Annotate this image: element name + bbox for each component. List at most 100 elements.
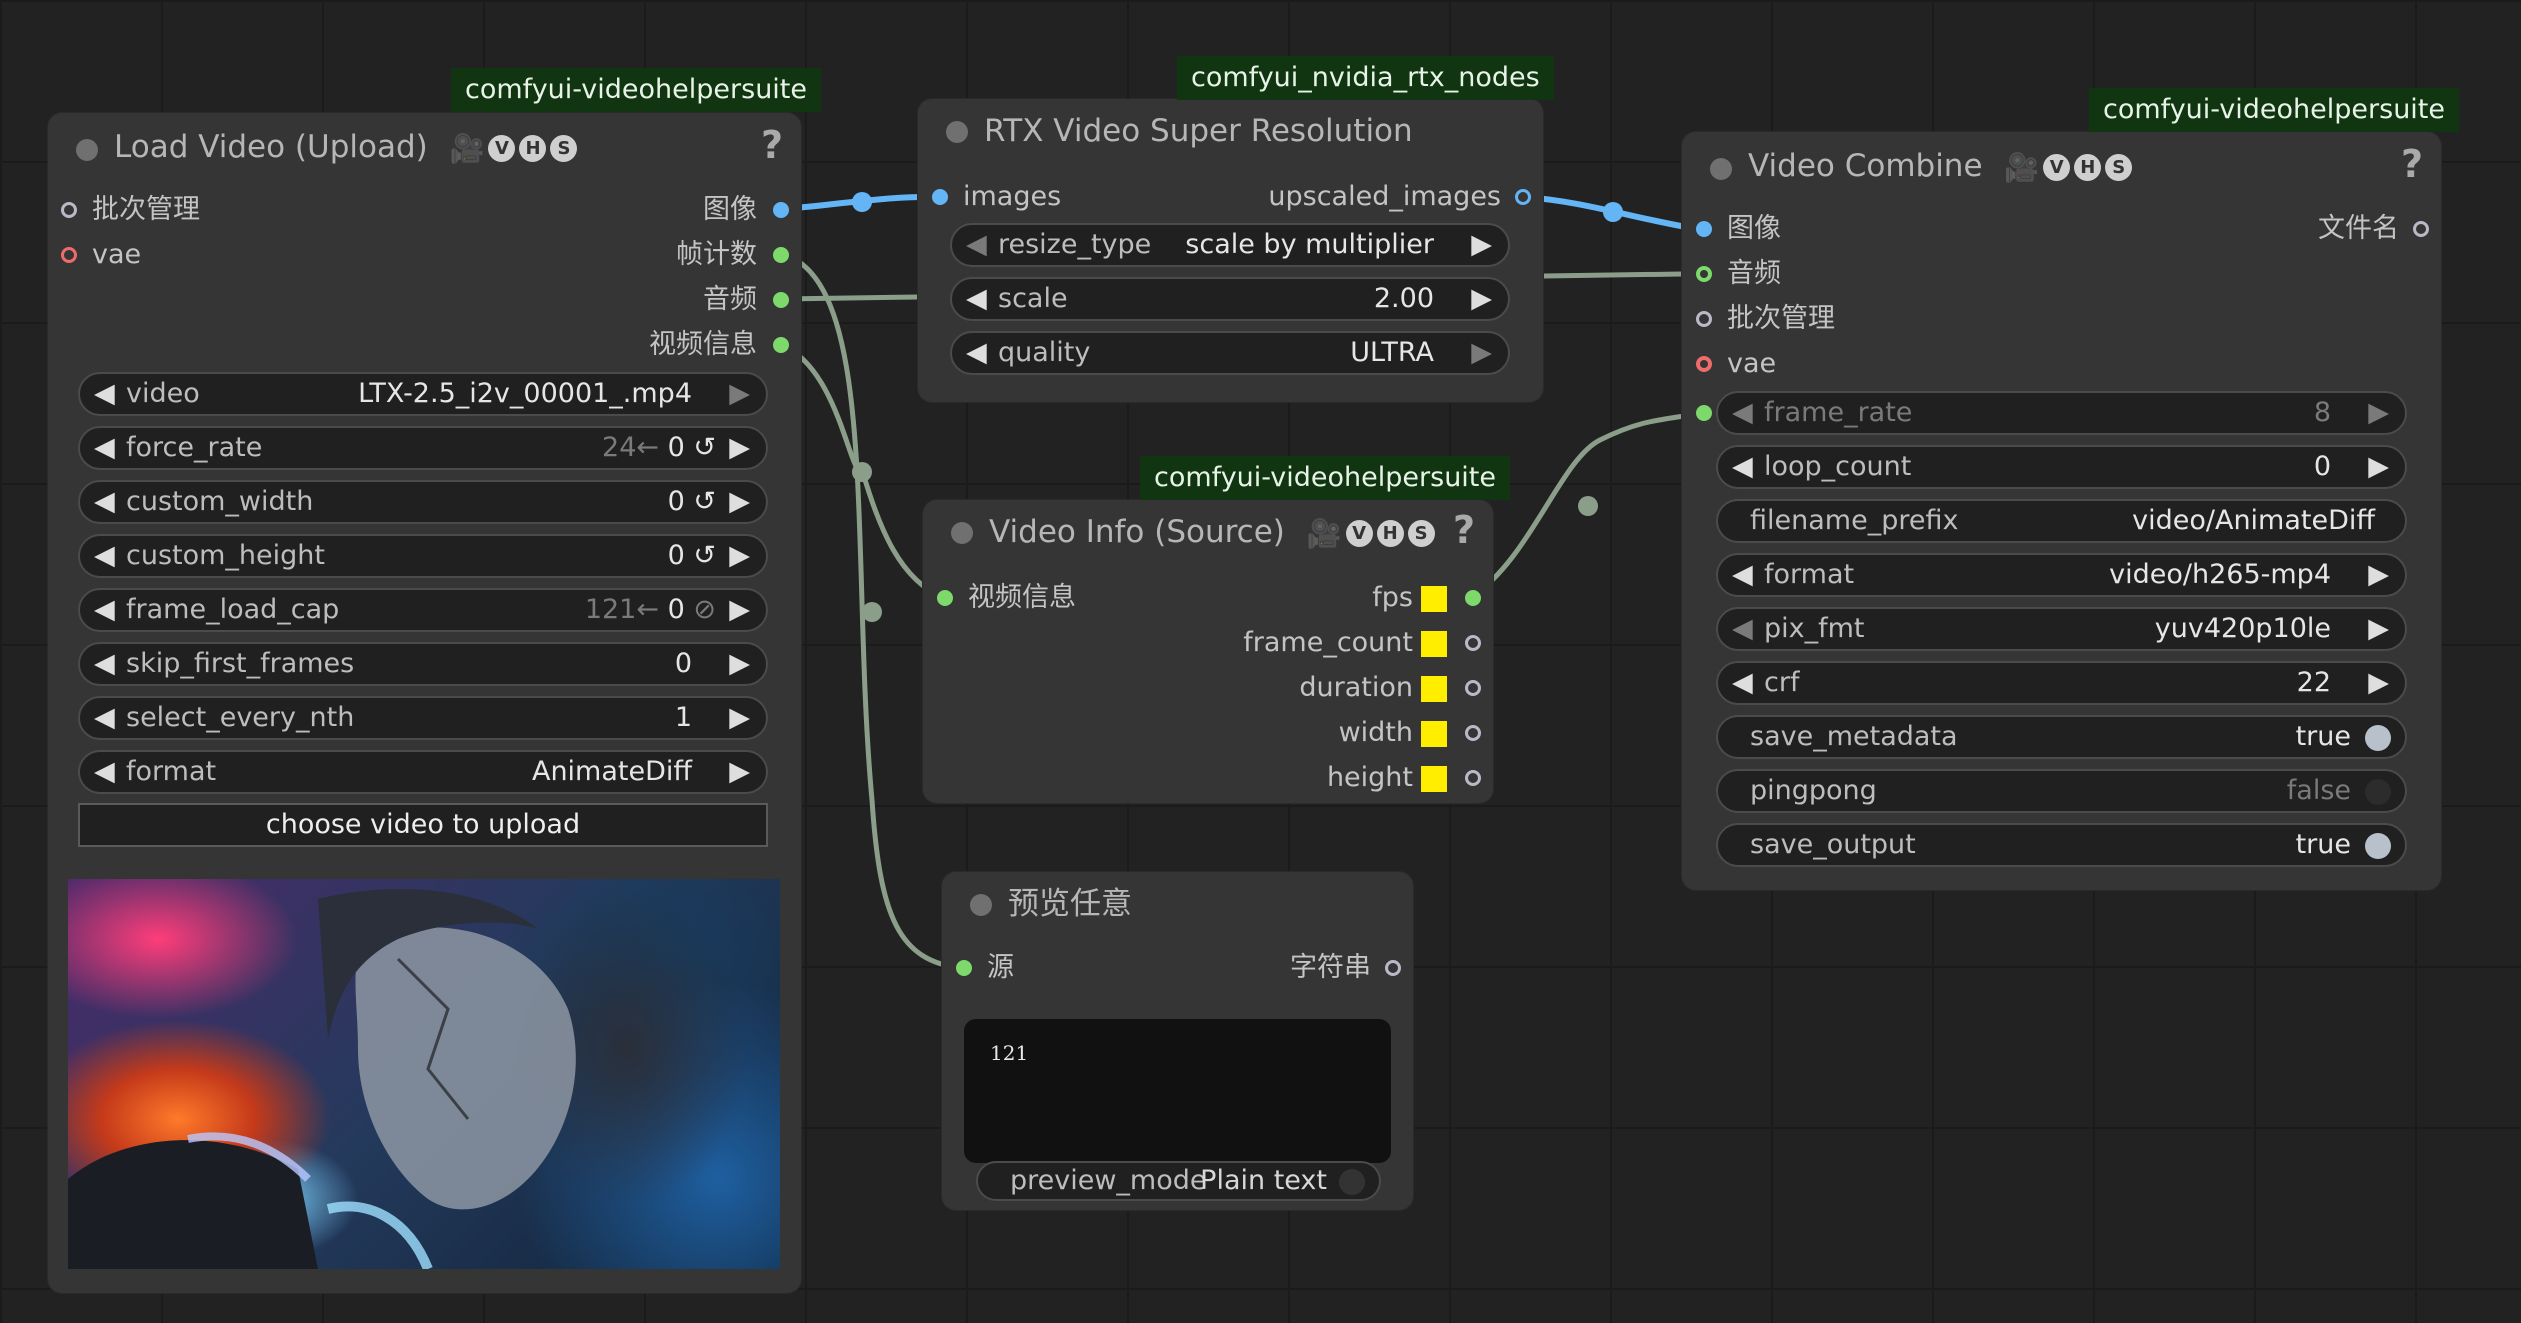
preview-text-area[interactable]: 121 [964, 1019, 1391, 1163]
increment-arrow-icon[interactable]: ▶ [729, 590, 750, 630]
decrement-arrow-icon[interactable]: ◀ [966, 279, 987, 319]
widget-video[interactable]: ◀ video LTX-2.5_i2v_00001_.mp4 ▶ [78, 372, 768, 416]
increment-arrow-icon[interactable]: ▶ [2368, 555, 2389, 595]
output-slot-frame-count[interactable] [1465, 635, 1481, 651]
widget-crf[interactable]: ◀ crf 22 ▶ [1716, 661, 2407, 705]
widget-save-metadata[interactable]: save_metadata true [1716, 715, 2407, 759]
decrement-arrow-icon[interactable]: ◀ [94, 590, 115, 630]
decrement-arrow-icon[interactable]: ◀ [1732, 663, 1753, 703]
toggle-off-knob[interactable] [2365, 779, 2391, 805]
input-slot-images[interactable] [1696, 221, 1712, 237]
output-slot-image[interactable] [773, 202, 789, 218]
widget-save-output[interactable]: save_output true [1716, 823, 2407, 867]
disabled-icon[interactable]: ⊘ [693, 594, 716, 625]
collapse-dot[interactable] [946, 121, 968, 143]
input-slot-video-info[interactable] [937, 590, 953, 606]
help-icon[interactable]: ? [2401, 142, 2423, 186]
toggle-on-knob[interactable] [2365, 833, 2391, 859]
increment-arrow-icon[interactable]: ▶ [729, 644, 750, 684]
decrement-arrow-icon[interactable]: ◀ [966, 333, 987, 373]
node-header[interactable]: 预览任意 [942, 872, 1413, 936]
increment-arrow-icon[interactable]: ▶ [729, 374, 750, 414]
widget-resize-type[interactable]: ◀ resize_type scale by multiplier ▶ [950, 223, 1510, 267]
reset-icon[interactable]: ↺ [693, 432, 716, 463]
output-slot-duration[interactable] [1465, 680, 1481, 696]
widget-skip-first-frames[interactable]: ◀ skip_first_frames 0 ▶ [78, 642, 768, 686]
widget-select-every-nth[interactable]: ◀ select_every_nth 1 ▶ [78, 696, 768, 740]
collapse-dot[interactable] [1710, 158, 1732, 180]
decrement-arrow-icon[interactable]: ◀ [94, 428, 115, 468]
widget-format[interactable]: ◀ format AnimateDiff ▶ [78, 750, 768, 794]
preview-any-node[interactable]: 预览任意 源 字符串 121 preview_mode Plain text [942, 872, 1413, 1210]
input-slot-batch[interactable] [1696, 311, 1712, 327]
output-slot-video-info[interactable] [773, 337, 789, 353]
reset-icon[interactable]: ↺ [693, 540, 716, 571]
help-icon[interactable]: ? [761, 123, 783, 167]
increment-arrow-icon[interactable]: ▶ [729, 536, 750, 576]
input-slot-images[interactable] [932, 189, 948, 205]
collapse-dot[interactable] [970, 894, 992, 916]
widget-force-rate[interactable]: ◀ force_rate 24← 0 ↺ ▶ [78, 426, 768, 470]
rtx-super-resolution-node[interactable]: RTX Video Super Resolution images upscal… [918, 99, 1543, 402]
increment-arrow-icon[interactable]: ▶ [2368, 447, 2389, 487]
increment-arrow-icon[interactable]: ▶ [2368, 609, 2389, 649]
output-slot-upscaled[interactable] [1515, 189, 1531, 205]
decrement-arrow-icon[interactable]: ◀ [94, 374, 115, 414]
widget-frame-load-cap[interactable]: ◀ frame_load_cap 121← 0 ⊘ ▶ [78, 588, 768, 632]
widget-loop-count[interactable]: ◀ loop_count 0 ▶ [1716, 445, 2407, 489]
decrement-arrow-icon[interactable]: ◀ [94, 536, 115, 576]
widget-preview-mode[interactable]: preview_mode Plain text [976, 1161, 1381, 1201]
decrement-arrow-icon[interactable]: ◀ [94, 644, 115, 684]
decrement-arrow-icon[interactable]: ◀ [94, 482, 115, 522]
node-header[interactable]: Load Video (Upload) 🎥 V H S ? [48, 113, 801, 183]
widget-filename-prefix[interactable]: filename_prefix video/AnimateDiff [1716, 499, 2407, 543]
collapse-dot[interactable] [76, 139, 98, 161]
increment-arrow-icon[interactable]: ▶ [729, 752, 750, 792]
decrement-arrow-icon[interactable]: ◀ [1732, 393, 1753, 433]
widget-frame-rate[interactable]: ◀ frame_rate 8 ▶ [1716, 391, 2407, 435]
widget-pingpong[interactable]: pingpong false [1716, 769, 2407, 813]
increment-arrow-icon[interactable]: ▶ [729, 482, 750, 522]
widget-custom-width[interactable]: ◀ custom_width 0 ↺ ▶ [78, 480, 768, 524]
increment-arrow-icon[interactable]: ▶ [1471, 225, 1492, 265]
output-slot-frame-count[interactable] [773, 247, 789, 263]
choose-video-button[interactable]: choose video to upload [78, 803, 768, 847]
increment-arrow-icon[interactable]: ▶ [2368, 663, 2389, 703]
load-video-node[interactable]: Load Video (Upload) 🎥 V H S ? 批次管理 vae 图… [48, 113, 801, 1293]
output-slot-string[interactable] [1385, 960, 1401, 976]
node-header[interactable]: Video Info (Source) 🎥 V H S ? [923, 500, 1493, 564]
output-slot-filenames[interactable] [2413, 221, 2429, 237]
collapse-dot[interactable] [951, 522, 973, 544]
decrement-arrow-icon[interactable]: ◀ [1732, 555, 1753, 595]
node-header[interactable]: Video Combine 🎥 V H S ? [1682, 132, 2441, 202]
increment-arrow-icon[interactable]: ▶ [729, 698, 750, 738]
decrement-arrow-icon[interactable]: ◀ [966, 225, 987, 265]
node-header[interactable]: RTX Video Super Resolution [918, 99, 1543, 163]
decrement-arrow-icon[interactable]: ◀ [94, 752, 115, 792]
reset-icon[interactable]: ↺ [693, 486, 716, 517]
widget-custom-height[interactable]: ◀ custom_height 0 ↺ ▶ [78, 534, 768, 578]
decrement-arrow-icon[interactable]: ◀ [1732, 447, 1753, 487]
video-info-node[interactable]: Video Info (Source) 🎥 V H S ? 视频信息 fps f… [923, 500, 1493, 803]
input-slot-source[interactable] [956, 960, 972, 976]
input-slot-audio[interactable] [1696, 266, 1712, 282]
decrement-arrow-icon[interactable]: ◀ [94, 698, 115, 738]
input-slot-vae[interactable] [61, 247, 77, 263]
input-slot-vae[interactable] [1696, 356, 1712, 372]
input-slot-frame-rate[interactable] [1696, 405, 1712, 421]
widget-format[interactable]: ◀ format video/h265-mp4 ▶ [1716, 553, 2407, 597]
video-combine-node[interactable]: Video Combine 🎥 V H S ? 图像 音频 批次管理 vae 文… [1682, 132, 2441, 890]
increment-arrow-icon[interactable]: ▶ [729, 428, 750, 468]
input-slot-batch[interactable] [61, 202, 77, 218]
widget-pix-fmt[interactable]: ◀ pix_fmt yuv420p10le ▶ [1716, 607, 2407, 651]
output-slot-height[interactable] [1465, 770, 1481, 786]
toggle-knob[interactable] [1339, 1169, 1365, 1195]
help-icon[interactable]: ? [1453, 508, 1475, 552]
increment-arrow-icon[interactable]: ▶ [2368, 393, 2389, 433]
widget-quality[interactable]: ◀ quality ULTRA ▶ [950, 331, 1510, 375]
increment-arrow-icon[interactable]: ▶ [1471, 333, 1492, 373]
toggle-on-knob[interactable] [2365, 725, 2391, 751]
widget-scale[interactable]: ◀ scale 2.00 ▶ [950, 277, 1510, 321]
increment-arrow-icon[interactable]: ▶ [1471, 279, 1492, 319]
output-slot-width[interactable] [1465, 725, 1481, 741]
